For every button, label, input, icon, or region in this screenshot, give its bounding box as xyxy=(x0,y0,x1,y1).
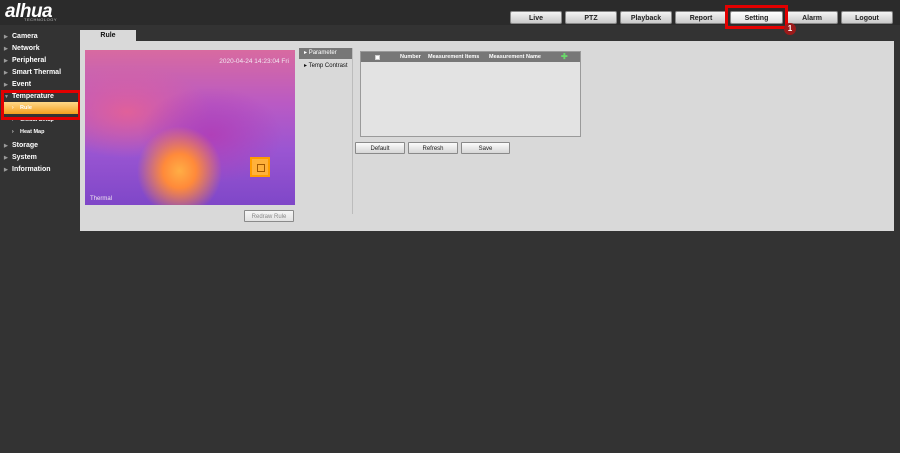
tab-report[interactable]: Report xyxy=(675,11,727,24)
measurement-point-box[interactable] xyxy=(250,157,270,177)
tab-logout[interactable]: Logout xyxy=(841,11,893,24)
sidebar-item-information[interactable]: ▶ Information xyxy=(4,166,51,173)
highlight-temperature-rule xyxy=(1,90,81,120)
tab-live[interactable]: Live xyxy=(510,11,562,24)
divider xyxy=(352,48,353,214)
add-icon[interactable]: ✚ xyxy=(561,53,568,61)
save-button[interactable]: Save xyxy=(461,142,510,154)
refresh-button[interactable]: Refresh xyxy=(408,142,458,154)
tab-rule[interactable]: Rule xyxy=(80,30,136,41)
highlight-setting-tab xyxy=(725,5,788,29)
sidebar-item-smart-thermal[interactable]: ▶ Smart Thermal xyxy=(4,69,61,76)
tab-alarm[interactable]: Alarm xyxy=(786,11,838,24)
thermal-video-preview[interactable]: 2020-04-24 14:23:04 Fri Thermal xyxy=(85,50,295,205)
sidebar-item-network[interactable]: ▶ Network xyxy=(4,45,40,52)
chevron-right-icon: ▶ xyxy=(4,70,8,76)
chevron-right-icon: › xyxy=(12,129,14,135)
tab-playback[interactable]: Playback xyxy=(620,11,672,24)
chevron-right-icon: ▶ xyxy=(4,167,8,173)
column-measurement-name: Measurement Name xyxy=(489,54,541,60)
table-header: Number Measurement Items Measurement Nam… xyxy=(361,52,580,62)
step-marker-1: 1 xyxy=(784,23,796,35)
chevron-right-icon: ▶ xyxy=(4,34,8,40)
chevron-right-icon: ▶ xyxy=(4,155,8,161)
param-item-temp-contrast[interactable]: ▸ Temp Contrast xyxy=(299,61,352,72)
chevron-right-icon: ▶ xyxy=(4,58,8,64)
sidebar-item-system[interactable]: ▶ System xyxy=(4,154,37,161)
default-button[interactable]: Default xyxy=(355,142,405,154)
measurement-point-inner xyxy=(257,164,265,172)
chevron-right-icon: ▶ xyxy=(4,46,8,52)
select-all-checkbox[interactable] xyxy=(375,55,380,60)
video-timestamp: 2020-04-24 14:23:04 Fri xyxy=(219,58,289,65)
sidebar-item-heat-map[interactable]: › Heat Map xyxy=(12,129,44,135)
param-item-parameter[interactable]: ▸ Parameter xyxy=(299,48,352,59)
column-measurement-items: Measurement Items xyxy=(428,54,480,60)
chevron-right-icon: ▶ xyxy=(4,143,8,149)
chevron-right-icon: ▶ xyxy=(4,82,8,88)
tab-ptz[interactable]: PTZ xyxy=(565,11,617,24)
sidebar-item-event[interactable]: ▶ Event xyxy=(4,81,31,88)
brand-logo-subtitle: TECHNOLOGY xyxy=(24,17,58,22)
measurement-table: Number Measurement Items Measurement Nam… xyxy=(360,51,581,137)
redraw-rule-button[interactable]: Redraw Rule xyxy=(244,210,294,222)
video-channel-label: Thermal xyxy=(90,196,113,202)
sidebar-item-camera[interactable]: ▶ Camera xyxy=(4,33,38,40)
sidebar-item-peripheral[interactable]: ▶ Peripheral xyxy=(4,57,46,64)
sidebar-item-storage[interactable]: ▶ Storage xyxy=(4,142,38,149)
column-number: Number xyxy=(400,54,421,60)
